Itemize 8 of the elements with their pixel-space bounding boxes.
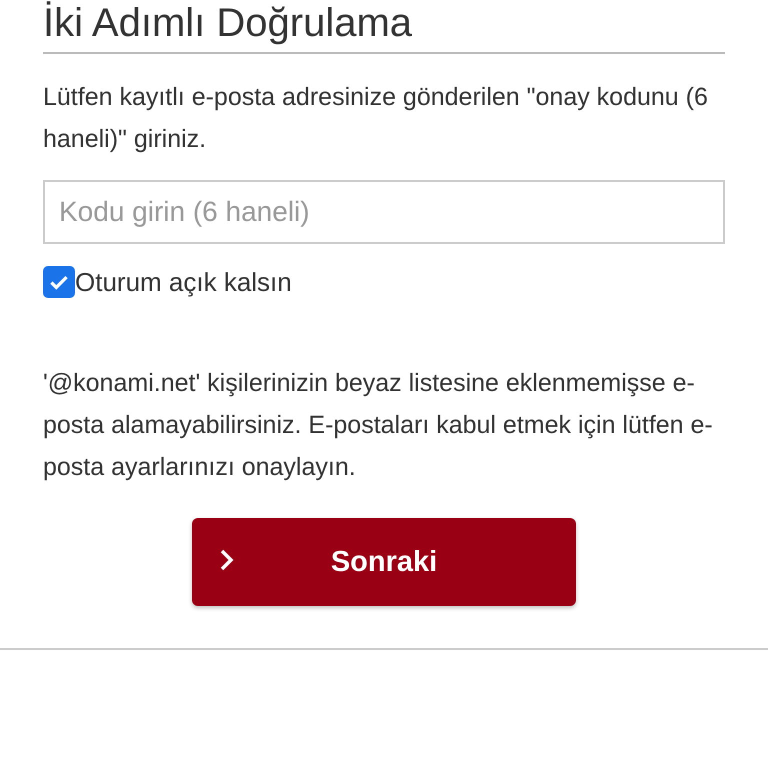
notice-text: '@konami.net' kişilerinizin beyaz listesine eklenmemişse e-posta alamayabilirsiniz. E-postaları kabul etmek için lütfen e-posta ayarlarınızı onaylayın.	[43, 368, 714, 483]
chevron-icon	[220, 549, 234, 571]
instruction-text: Lütfen kayıtlı e-posta adresinize gönderilen "onay kodunu (6 haneli)" giriniz.	[43, 82, 709, 155]
checkbox-label: Oturum açık kalsın	[75, 266, 292, 298]
page-title: İki Adımlı Doğrulama	[43, 0, 414, 46]
code-input-field[interactable]: Kodu girin (6 haneli)	[43, 180, 725, 244]
next-button[interactable]: Sonraki	[192, 518, 576, 606]
checkbox[interactable]	[43, 266, 75, 298]
